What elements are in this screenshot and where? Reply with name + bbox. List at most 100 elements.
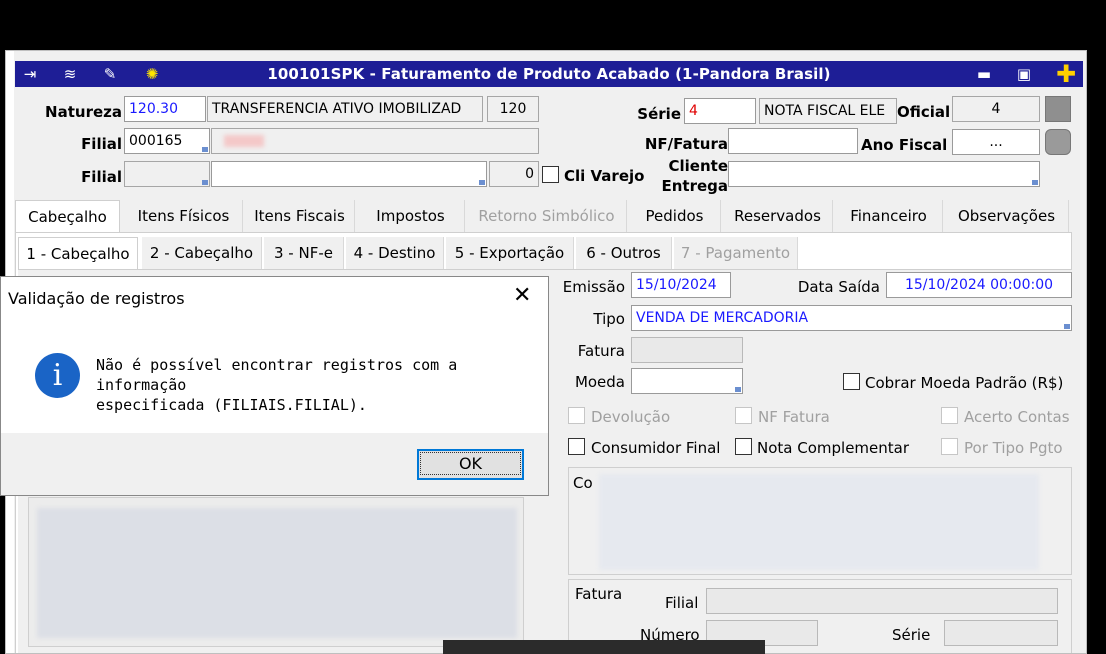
sub-tabs: 1 - Cabeçalho 2 - Cabeçalho 3 - NF-e 4 -… [18,237,798,269]
por-tipo-pgto-label: Por Tipo Pgto [964,439,1063,457]
emissao-field[interactable]: 15/10/2024 [631,272,731,298]
subtab-2-cabecalho[interactable]: 2 - Cabeçalho [142,237,262,269]
tab-pedidos[interactable]: Pedidos [629,200,721,232]
ano-fiscal-button[interactable] [1045,129,1071,155]
filial-name-field [211,128,539,154]
filial-code-field[interactable]: 000165 [124,128,210,154]
filial2-name-field[interactable] [211,161,487,187]
consumidor-final-checkbox[interactable] [568,438,585,455]
fatura-filial-label: Filial [665,594,699,612]
lookup-icon [735,387,741,392]
minimize-icon[interactable]: ▬ [973,63,995,85]
tab-itens-fiscais[interactable]: Itens Fiscais [245,200,355,232]
serie2-label: Série [892,626,931,644]
natureza-label: Natureza [45,103,122,121]
lookup-icon [479,180,485,185]
tipo-label: Tipo [593,310,625,328]
subtab-5-exportacao[interactable]: 5 - Exportação [446,237,574,269]
devolucao-checkbox[interactable] [568,407,585,424]
ano-fiscal-field[interactable]: ... [952,129,1040,155]
serie-field[interactable]: 4 [684,98,756,124]
redacted-co-content [599,474,1039,570]
ano-fiscal-label: Ano Fiscal [861,136,948,154]
por-tipo-pgto-checkbox[interactable] [941,438,958,455]
lookup-icon [1064,324,1070,329]
dialog-title: Validação de registros [8,289,185,308]
lookup-icon [202,180,208,185]
tipo-value: VENDA DE MERCADORIA [636,310,809,326]
dialog-header: Validação de registros ✕ [1,277,548,317]
natureza-num-field: 120 [487,96,539,122]
dialog-message: Não é possível encontrar registros com a… [96,355,548,415]
nf-fatura-check-label: NF Fatura [758,408,830,426]
dialog-message-line-2: especificada (FILIAIS.FILIAL). [96,396,367,414]
filial2-num-field: 0 [489,161,539,187]
serie-desc-field: NOTA FISCAL ELE [759,98,897,124]
nf-fatura-checkbox[interactable] [735,407,752,424]
subtab-6-outros[interactable]: 6 - Outros [576,237,672,269]
maximize-icon[interactable]: ▣ [1013,63,1035,85]
subtab-3-nfe[interactable]: 3 - NF-e [264,237,344,269]
taskbar-fragment [443,640,765,654]
tab-observacoes[interactable]: Observações [945,200,1069,232]
fatura-group-label: Fatura [575,585,623,603]
tipo-field[interactable]: VENDA DE MERCADORIA [631,305,1072,331]
nf-fatura-label: NF/Fatura [644,135,728,153]
moeda-field[interactable] [631,368,743,394]
cli-varejo-label: Cli Varejo [564,167,645,185]
oficial-label: Oficial [897,103,951,121]
redacted-filial-name [224,135,264,147]
subtab-4-destino[interactable]: 4 - Destino [346,237,444,269]
natureza-code-field[interactable]: 120.30 [124,96,206,122]
close-icon[interactable]: ✕ [513,283,531,309]
ok-button[interactable]: OK [417,449,524,480]
nf-fatura-field[interactable] [728,128,858,154]
left-group-blurred [28,497,524,647]
acerto-contas-label: Acerto Contas [964,408,1070,426]
subtab-7-pagamento[interactable]: 7 - Pagamento [674,237,798,269]
filial-label: Filial [81,135,122,153]
tab-financeiro[interactable]: Financeiro [835,200,943,232]
co-group-label: Co [573,474,593,492]
filial2-label: Filial [81,168,122,186]
moeda-label: Moeda [574,373,625,391]
cobrar-moeda-label: Cobrar Moeda Padrão (R$) [865,374,1064,392]
lookup-icon [202,147,208,152]
fatura-filial-field [706,588,1058,614]
info-icon: i [35,353,80,398]
filial-code-text: 000165 [129,133,183,149]
cliente-entrega-field[interactable] [728,161,1040,187]
nota-complementar-checkbox[interactable] [735,438,752,455]
tab-impostos[interactable]: Impostos [357,200,465,232]
cobrar-moeda-checkbox[interactable] [843,373,860,390]
tab-cabecalho[interactable]: Cabeçalho [15,200,120,232]
serie-label: Série [637,105,681,123]
co-group: Co [568,467,1072,575]
oficial-button[interactable] [1045,96,1071,122]
lookup-icon [1032,180,1038,185]
validation-dialog: Validação de registros ✕ i Não é possíve… [0,276,549,496]
ok-button-label: OK [420,452,521,475]
acerto-contas-checkbox[interactable] [941,407,958,424]
window-title: 100101SPK - Faturamento de Produto Acaba… [267,65,831,83]
subtab-1-cabecalho[interactable]: 1 - Cabeçalho [18,237,138,269]
main-tabs: Cabeçalho Itens Físicos Itens Fiscais Im… [15,200,1072,232]
plus-icon[interactable]: ✚ [1055,62,1077,86]
filial2-code-field[interactable] [124,161,210,187]
data-saida-label: Data Saída [797,278,880,296]
nota-complementar-label: Nota Complementar [757,439,910,457]
cliente-entrega-label-1: Cliente [668,157,729,175]
redacted-left-content [37,508,517,638]
serie2-field [944,620,1058,646]
fatura-field [631,337,743,363]
natureza-desc-field: TRANSFERENCIA ATIVO IMOBILIZAD [207,96,483,122]
tab-itens-fisicos[interactable]: Itens Físicos [125,200,243,232]
title-bar: ⇥ ≋ ✎ ✺ 100101SPK - Faturamento de Produ… [15,61,1083,87]
tab-reservados[interactable]: Reservados [723,200,833,232]
cli-varejo-checkbox[interactable] [542,166,559,183]
oficial-field: 4 [952,96,1040,122]
tab-retorno-simbolico[interactable]: Retorno Simbólico [467,200,627,232]
dialog-message-line-1: Não é possível encontrar registros com a… [96,356,458,394]
data-saida-field[interactable]: 15/10/2024 00:00:00 [886,272,1072,298]
emissao-label: Emissão [562,278,625,296]
